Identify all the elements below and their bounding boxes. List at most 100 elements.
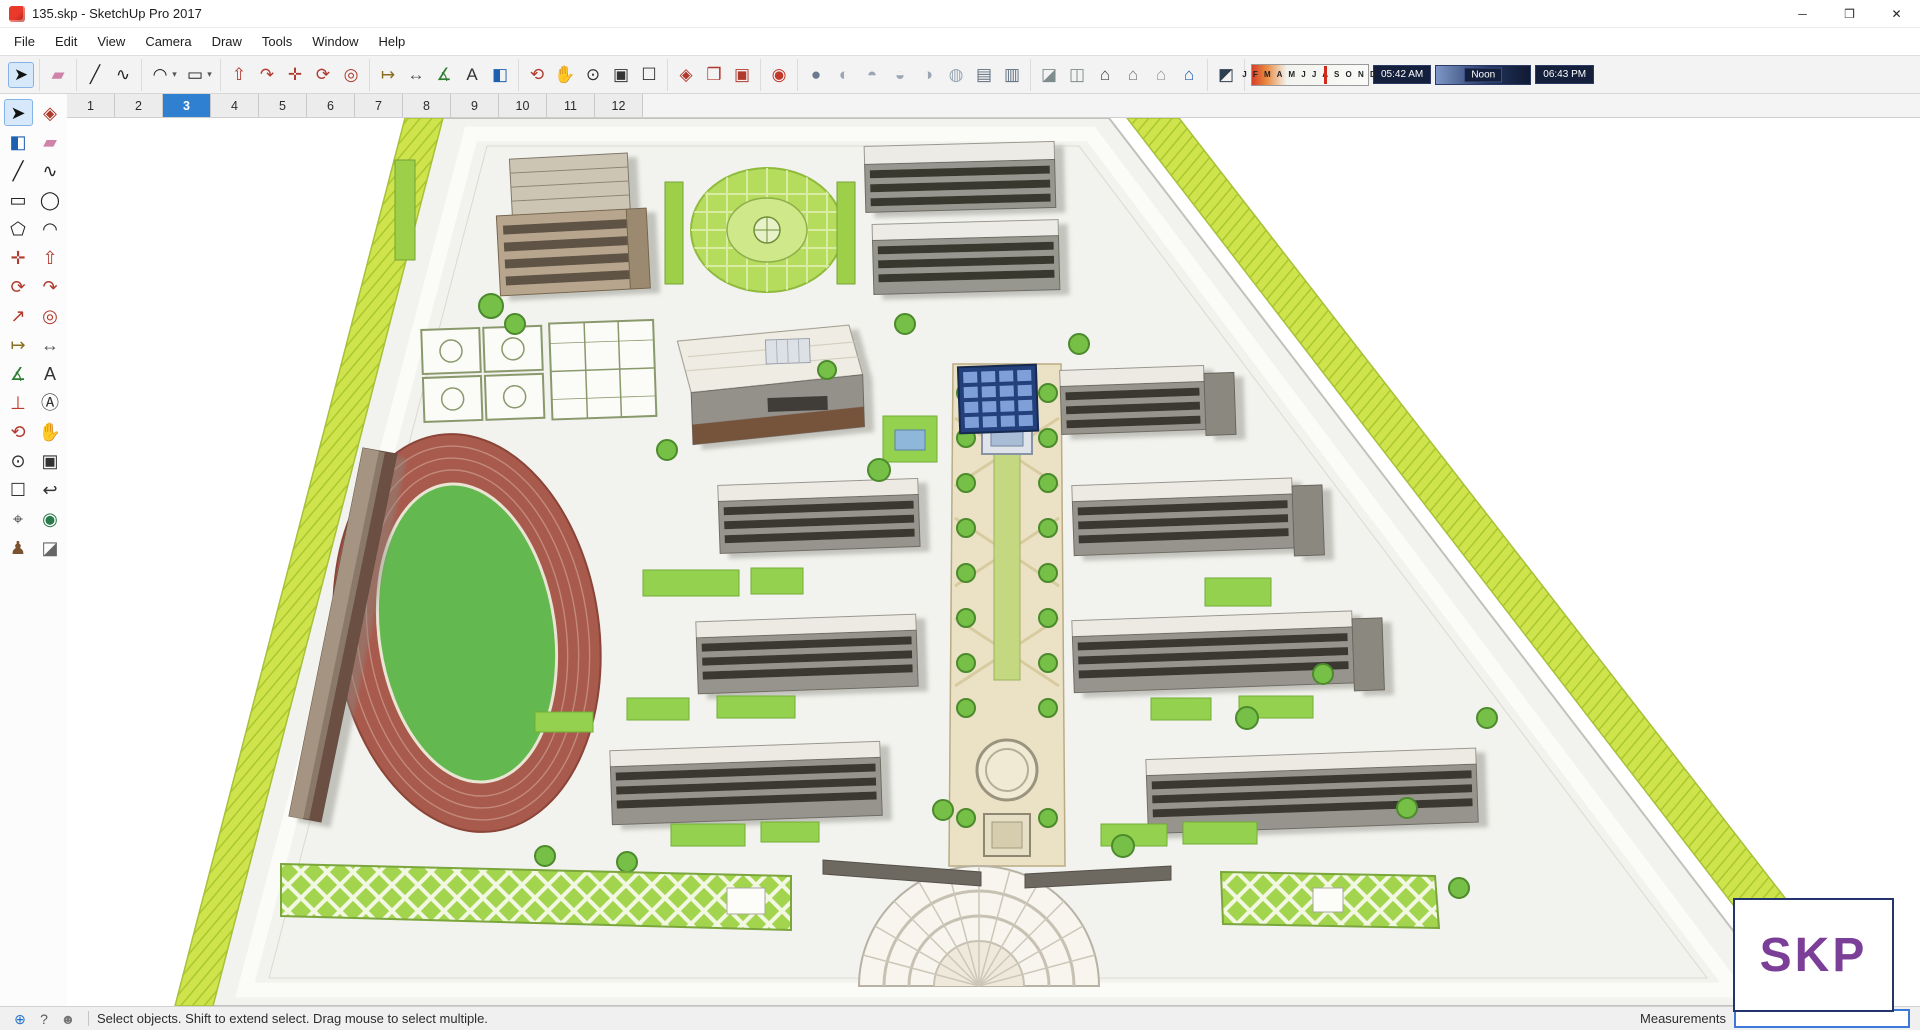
shadow-month-slider[interactable]: J F M A M J J A S O N D xyxy=(1242,63,1376,86)
paint-bucket-icon[interactable]: ◧ xyxy=(487,62,513,88)
building-west-2[interactable] xyxy=(695,613,919,695)
follow-me-icon[interactable]: ↷ xyxy=(254,62,280,88)
component-options-icon[interactable]: ▣ xyxy=(729,62,755,88)
building-west-1[interactable] xyxy=(717,477,921,554)
oval-garden[interactable] xyxy=(690,167,844,293)
protractor-icon[interactable]: ∡ xyxy=(431,62,457,88)
position-camera-icon[interactable]: ⌖ xyxy=(4,505,33,532)
building-gym[interactable] xyxy=(676,324,865,446)
tape-measure-icon[interactable]: ↦ xyxy=(4,331,33,358)
arc-icon[interactable]: ◠ xyxy=(36,215,65,242)
share-model-icon[interactable]: ⌂ xyxy=(1120,62,1146,88)
solid-outer-shell-icon[interactable]: ● xyxy=(803,62,829,88)
solid-subtract-icon[interactable]: ◒ xyxy=(887,62,913,88)
scale-icon[interactable]: ↗ xyxy=(4,302,33,329)
central-promenade[interactable] xyxy=(948,363,1066,867)
solar-canopy[interactable] xyxy=(956,363,1040,435)
scene-tab-9[interactable]: 9 xyxy=(451,94,499,117)
paint-bucket-icon[interactable]: ◧ xyxy=(4,128,33,155)
push-pull-icon[interactable]: ⇧ xyxy=(36,244,65,271)
building-east-1[interactable] xyxy=(1059,364,1237,440)
protractor-icon[interactable]: ∡ xyxy=(4,360,33,387)
text-icon[interactable]: A xyxy=(459,62,485,88)
menu-item-help[interactable]: Help xyxy=(369,28,416,55)
offset-icon[interactable]: ◎ xyxy=(36,302,65,329)
solid-trim-icon[interactable]: ◑ xyxy=(915,62,941,88)
polygon-icon[interactable]: ⬠ xyxy=(4,215,33,242)
month-slider-thumb[interactable] xyxy=(1323,65,1327,84)
eraser-icon[interactable]: ▰ xyxy=(36,128,65,155)
model-viewport[interactable] xyxy=(67,118,1920,1006)
shapes-menu-caret-icon[interactable]: ▾ xyxy=(204,62,215,88)
zoom-extents-icon[interactable]: ☐ xyxy=(4,476,33,503)
walk-icon[interactable]: ♟ xyxy=(4,534,33,561)
tape-measure-icon[interactable]: ↦ xyxy=(375,62,401,88)
zoom-extents-icon[interactable]: ☐ xyxy=(636,62,662,88)
orbit-icon[interactable]: ⟲ xyxy=(4,418,33,445)
freehand-icon[interactable]: ∿ xyxy=(36,157,65,184)
shadow-time-slider[interactable]: Noon xyxy=(1435,64,1532,85)
solid-union-icon[interactable]: ◓ xyxy=(859,62,885,88)
eraser-icon[interactable]: ▰ xyxy=(45,62,71,88)
geolocation-status-icon[interactable]: ⊕ xyxy=(10,1009,30,1029)
scene-tab-5[interactable]: 5 xyxy=(259,94,307,117)
circle-icon[interactable]: ◯ xyxy=(36,186,65,213)
menu-item-view[interactable]: View xyxy=(87,28,135,55)
scene-tab-7[interactable]: 7 xyxy=(355,94,403,117)
zoom-window-icon[interactable]: ▣ xyxy=(36,447,65,474)
sandbox-icon[interactable]: ▥ xyxy=(999,62,1025,88)
line-icon[interactable]: ╱ xyxy=(82,62,108,88)
zoom-icon[interactable]: ⊙ xyxy=(580,62,606,88)
previous-view-icon[interactable]: ↩ xyxy=(36,476,65,503)
make-component-icon[interactable]: ◈ xyxy=(673,62,699,88)
component-edit-icon[interactable]: ❒ xyxy=(701,62,727,88)
credits-status-icon[interactable]: ☻ xyxy=(58,1009,78,1029)
building-west-3[interactable] xyxy=(609,740,883,826)
minimize-icon[interactable]: ─ xyxy=(1779,0,1826,27)
pan-icon[interactable]: ✋ xyxy=(36,418,65,445)
scene-tab-12[interactable]: 12 xyxy=(595,94,643,117)
share-component-icon[interactable]: ⌂ xyxy=(1148,62,1174,88)
building-north-2[interactable] xyxy=(871,219,1061,295)
help-status-icon[interactable]: ? xyxy=(34,1009,54,1029)
offset-icon[interactable]: ◎ xyxy=(338,62,364,88)
close-icon[interactable]: ✕ xyxy=(1873,0,1920,27)
orbit-icon[interactable]: ⟲ xyxy=(524,62,550,88)
campus-model-scene[interactable] xyxy=(67,118,1920,1006)
select-icon[interactable]: ➤ xyxy=(8,61,34,88)
rectangle-icon[interactable]: ▭ xyxy=(4,186,33,213)
scene-tab-1[interactable]: 1 xyxy=(67,94,115,117)
menu-item-tools[interactable]: Tools xyxy=(252,28,302,55)
zoom-icon[interactable]: ⊙ xyxy=(4,447,33,474)
arc-menu-caret-icon[interactable]: ▾ xyxy=(169,62,180,88)
scene-tab-10[interactable]: 10 xyxy=(499,94,547,117)
scene-tab-6[interactable]: 6 xyxy=(307,94,355,117)
geo-location-icon[interactable]: ◉ xyxy=(766,62,792,88)
solid-intersect-icon[interactable]: ◐ xyxy=(831,62,857,88)
dimension-icon[interactable]: ↔ xyxy=(403,62,429,88)
extension-warehouse-icon[interactable]: ⌂ xyxy=(1176,62,1202,88)
shadow-time-start[interactable]: 05:42 AM xyxy=(1373,65,1432,84)
menu-item-file[interactable]: File xyxy=(4,28,45,55)
scene-tab-8[interactable]: 8 xyxy=(403,94,451,117)
scene-tab-3[interactable]: 3 xyxy=(163,94,211,117)
scene-tab-2[interactable]: 2 xyxy=(115,94,163,117)
text-icon[interactable]: A xyxy=(36,360,65,387)
maximize-icon[interactable]: ❒ xyxy=(1826,0,1873,27)
get-models-icon[interactable]: ⌂ xyxy=(1092,62,1118,88)
scene-tab-4[interactable]: 4 xyxy=(211,94,259,117)
dimension-icon[interactable]: ↔ xyxy=(36,331,65,358)
menu-item-draw[interactable]: Draw xyxy=(202,28,252,55)
freehand-icon[interactable]: ∿ xyxy=(110,62,136,88)
solid-split-icon[interactable]: ◍ xyxy=(943,62,969,88)
menu-item-camera[interactable]: Camera xyxy=(135,28,201,55)
scene-tab-11[interactable]: 11 xyxy=(547,94,595,117)
select-icon[interactable]: ➤ xyxy=(3,99,33,126)
make-component-icon[interactable]: ◈ xyxy=(36,99,65,126)
shadow-time-end[interactable]: 06:43 PM xyxy=(1535,65,1595,84)
menu-item-window[interactable]: Window xyxy=(302,28,368,55)
look-around-icon[interactable]: ◉ xyxy=(36,505,65,532)
axes-icon[interactable]: ⊥ xyxy=(4,389,33,416)
soften-edges-icon[interactable]: ▤ xyxy=(971,62,997,88)
push-pull-icon[interactable]: ⇧ xyxy=(226,62,252,88)
